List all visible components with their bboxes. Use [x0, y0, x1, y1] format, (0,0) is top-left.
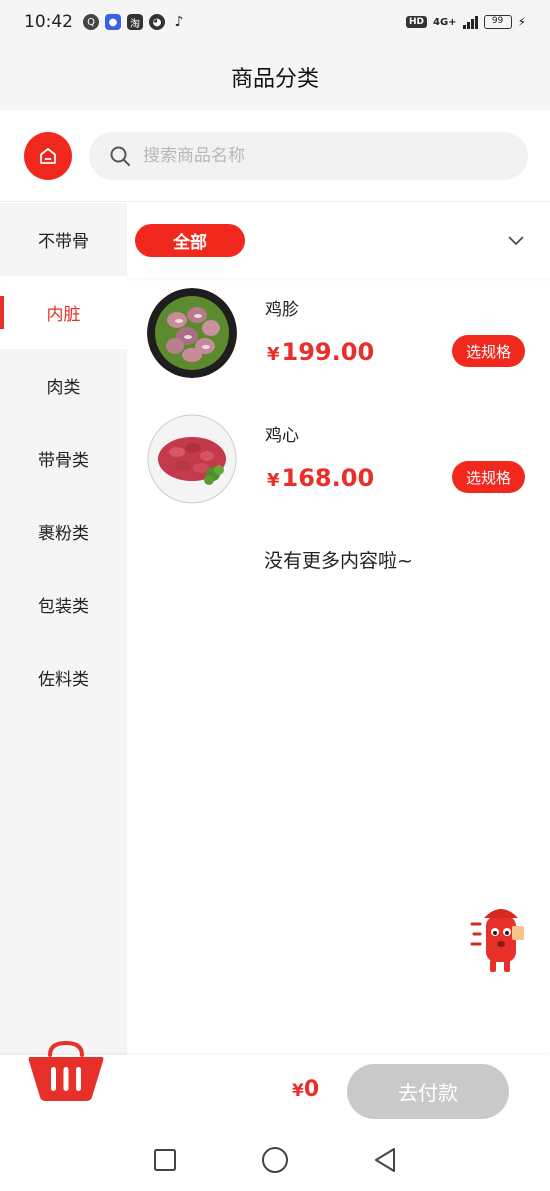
currency-symbol: ¥	[267, 470, 280, 491]
sidebar-item-seasoning[interactable]: 佐料类	[0, 641, 127, 714]
back-button[interactable]	[370, 1145, 400, 1175]
currency-symbol: ¥	[292, 1081, 304, 1101]
sidebar-item-bone-free[interactable]: 不带骨	[0, 203, 127, 276]
product-name[interactable]: 鸡心	[265, 421, 299, 446]
search-input[interactable]	[143, 145, 443, 166]
product-item[interactable]: 鸡心 ¥168.00 选规格	[127, 404, 550, 530]
sidebar-item-label: 包装类	[38, 597, 89, 617]
sidebar-item-label: 肉类	[46, 378, 81, 398]
sidebar-item-label: 佐料类	[38, 670, 89, 690]
tiktok-icon: ♪	[174, 14, 184, 30]
network-type: 4G+	[433, 16, 457, 28]
price-value: 199.00	[281, 338, 375, 366]
search-box[interactable]	[89, 131, 528, 180]
category-sidebar: 不带骨 内脏 肉类 带骨类 裹粉类 包装类 佐料类	[0, 203, 127, 1055]
home-icon	[40, 147, 56, 164]
product-image-gizzard[interactable]	[147, 288, 237, 378]
product-price: ¥168.00	[267, 464, 374, 492]
recent-apps-button[interactable]	[150, 1145, 180, 1175]
circle-icon	[262, 1147, 288, 1173]
status-indicators: HD 4G+ 99 ⚡	[406, 15, 526, 29]
sidebar-item-bone-in[interactable]: 带骨类	[0, 422, 127, 495]
sidebar-item-label: 带骨类	[38, 451, 89, 471]
search-icon	[110, 146, 130, 166]
cart-total-value: 0	[303, 1077, 320, 1102]
sidebar-item-label: 不带骨	[38, 232, 89, 252]
red-packet-mascot-icon	[470, 909, 524, 972]
product-name[interactable]: 鸡胗	[265, 295, 299, 320]
select-spec-button[interactable]: 选规格	[452, 461, 525, 493]
status-bar: 10:42 Q ● 淘 ◕ ♪ HD 4G+ 99 ⚡	[0, 0, 550, 44]
cart-total: ¥0	[292, 1077, 319, 1102]
qq-browser-icon: Q	[83, 14, 99, 30]
cart-bar: ¥0 去付款	[0, 1040, 550, 1129]
page-title: 商品分类	[230, 67, 319, 92]
pay-button[interactable]: 去付款	[347, 1064, 509, 1119]
basket-icon	[28, 1040, 104, 1101]
select-spec-button[interactable]: 选规格	[452, 335, 525, 367]
status-time: 10:42	[24, 12, 73, 32]
cart-button[interactable]	[26, 1037, 106, 1103]
sidebar-item-offal[interactable]: 内脏	[0, 276, 127, 349]
home-button[interactable]	[24, 131, 72, 180]
battery-icon: 99	[483, 15, 512, 29]
price-value: 168.00	[281, 464, 375, 492]
product-image-heart[interactable]	[147, 414, 237, 504]
signal-icon	[462, 15, 478, 29]
red-packet-float-button[interactable]	[466, 898, 526, 978]
sidebar-item-label: 裹粉类	[38, 524, 89, 544]
baidu-icon: ●	[105, 14, 121, 30]
filter-all-chip[interactable]: 全部	[135, 224, 245, 257]
hd-icon: HD	[406, 16, 428, 28]
sidebar-item-meat[interactable]: 肉类	[0, 349, 127, 422]
product-item[interactable]: 鸡胗 ¥199.00 选规格	[127, 278, 550, 404]
page-header: 商品分类	[0, 44, 550, 110]
sidebar-item-label: 内脏	[46, 305, 81, 325]
status-app-icons: Q ● 淘 ◕ ♪	[83, 14, 187, 30]
battery-level: 99	[491, 16, 504, 26]
home-nav-button[interactable]	[260, 1145, 290, 1175]
list-end-text: 没有更多内容啦~	[264, 550, 413, 572]
cat-app-icon: ◕	[149, 14, 165, 30]
currency-symbol: ¥	[267, 344, 280, 365]
search-row	[0, 110, 550, 202]
product-list: 鸡胗 ¥199.00 选规格 鸡心 ¥168.00 选规格	[127, 278, 550, 530]
charging-icon: ⚡	[517, 15, 526, 29]
sidebar-item-breaded[interactable]: 裹粉类	[0, 495, 127, 568]
system-nav-bar	[0, 1129, 550, 1191]
chevron-down-icon[interactable]	[508, 236, 524, 246]
taobao-icon: 淘	[127, 14, 143, 30]
sidebar-item-packaging[interactable]: 包装类	[0, 568, 127, 641]
product-price: ¥199.00	[267, 338, 374, 366]
square-icon	[154, 1149, 176, 1171]
back-triangle-icon	[375, 1148, 395, 1172]
filter-bar: 全部	[127, 203, 550, 278]
